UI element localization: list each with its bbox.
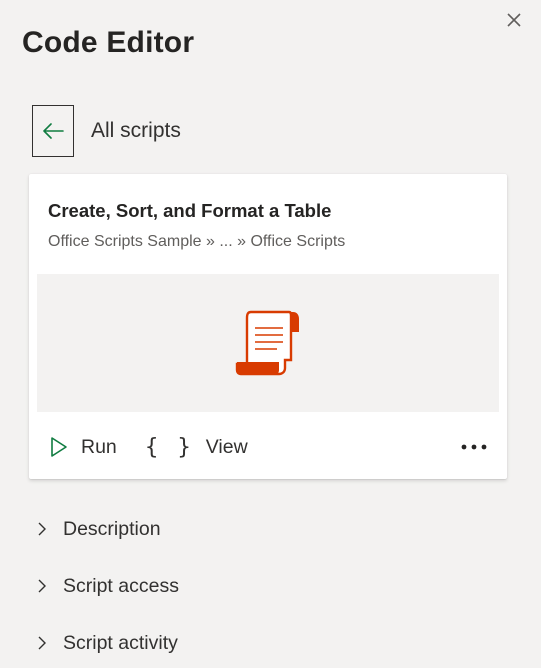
- script-preview: [37, 274, 499, 412]
- chevron-right-icon: [34, 635, 50, 651]
- play-icon: [51, 437, 67, 457]
- section-label: Script activity: [63, 631, 178, 654]
- script-scroll-icon: [235, 310, 299, 376]
- more-icon: [461, 444, 487, 450]
- section-script-activity[interactable]: Script activity: [34, 625, 178, 661]
- script-breadcrumb: Office Scripts Sample » ... » Office Scr…: [48, 233, 346, 250]
- section-label: Script access: [63, 574, 179, 597]
- script-card: Create, Sort, and Format a Table Office …: [29, 174, 507, 479]
- pane-title: Code Editor: [22, 26, 195, 59]
- script-title: Create, Sort, and Format a Table: [48, 200, 332, 221]
- more-options-button[interactable]: [457, 427, 491, 467]
- chevron-right-icon: [34, 521, 50, 537]
- section-label: Description: [63, 517, 161, 540]
- close-icon: [507, 13, 521, 27]
- chevron-right-icon: [34, 578, 50, 594]
- section-script-access[interactable]: Script access: [34, 568, 179, 604]
- close-button[interactable]: [500, 6, 528, 34]
- back-nav: All scripts: [32, 104, 181, 158]
- script-actions: Run { } View: [29, 427, 507, 467]
- run-label: Run: [81, 435, 117, 458]
- back-button[interactable]: [32, 105, 74, 157]
- arrow-left-icon: [43, 123, 64, 139]
- view-button[interactable]: { } View: [145, 427, 248, 467]
- run-button[interactable]: Run: [49, 427, 117, 467]
- back-label: All scripts: [91, 119, 181, 142]
- braces-icon: { }: [145, 434, 194, 460]
- section-description[interactable]: Description: [34, 511, 161, 547]
- view-label: View: [205, 435, 248, 458]
